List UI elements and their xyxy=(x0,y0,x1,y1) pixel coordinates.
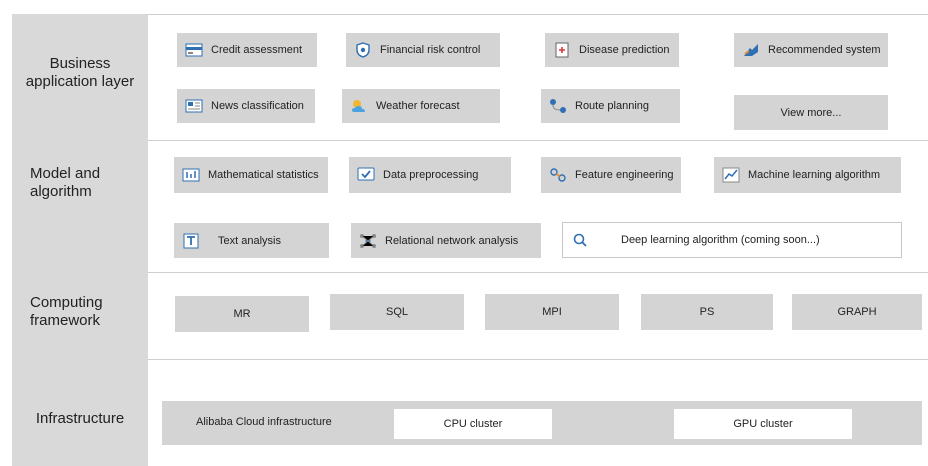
shield-icon xyxy=(354,42,372,58)
gpu-cluster-box[interactable]: GPU cluster xyxy=(674,409,852,439)
business-item-label: Credit assessment xyxy=(211,44,303,56)
layer-infrastructure: Infrastructure xyxy=(35,410,125,427)
newspaper-icon xyxy=(185,98,203,114)
infrastructure-platform-label: Alibaba Cloud infrastructure xyxy=(196,416,332,428)
business-item-credit-assessment[interactable]: Credit assessment xyxy=(177,33,317,67)
search-icon xyxy=(571,232,589,248)
business-item-label: Financial risk control xyxy=(380,44,481,56)
statistics-icon xyxy=(182,167,200,183)
layer-computing-line2: framework xyxy=(30,312,101,329)
computing-item-label: MR xyxy=(233,308,251,320)
business-item-label: News classification xyxy=(211,100,304,112)
cpu-cluster-label: CPU cluster xyxy=(443,418,503,430)
model-item-label: Deep learning algorithm (coming soon...) xyxy=(621,234,820,246)
computing-item-graph[interactable]: GRAPH xyxy=(792,294,922,330)
chart-icon xyxy=(722,167,740,183)
computing-item-sql[interactable]: SQL xyxy=(330,294,464,330)
computing-item-label: PS xyxy=(699,306,715,318)
layer-model-line2: algorithm xyxy=(30,183,92,200)
model-item-feature-engineering[interactable]: Feature engineering xyxy=(541,157,681,193)
layer-business: Business application layer xyxy=(12,55,148,91)
model-item-mathematical-statistics[interactable]: Mathematical statistics xyxy=(174,157,328,193)
layer-computing: Computing framework xyxy=(12,294,148,330)
model-item-label: Relational network analysis xyxy=(385,234,519,247)
model-item-data-preprocessing[interactable]: Data preprocessing xyxy=(349,157,511,193)
cpu-cluster-box[interactable]: CPU cluster xyxy=(394,409,552,439)
business-item-disease-prediction[interactable]: Disease prediction xyxy=(545,33,679,67)
card-icon xyxy=(185,42,203,58)
business-item-financial-risk-control[interactable]: Financial risk control xyxy=(346,33,500,67)
text-icon xyxy=(182,233,200,249)
business-item-route-planning[interactable]: Route planning xyxy=(541,89,680,123)
layer-computing-line1: Computing xyxy=(30,294,103,311)
computing-item-label: MPI xyxy=(542,306,562,318)
model-item-text-analysis[interactable]: Text analysis xyxy=(174,223,329,258)
model-item-label: Feature engineering xyxy=(575,169,674,181)
separator-infrastructure xyxy=(148,359,928,360)
business-item-recommended-system[interactable]: Recommended system xyxy=(734,33,888,67)
separator-model xyxy=(148,140,928,141)
computing-item-mpi[interactable]: MPI xyxy=(485,294,619,330)
business-item-label: Disease prediction xyxy=(579,44,670,56)
computing-item-mr[interactable]: MR xyxy=(175,296,309,332)
view-more-button[interactable]: View more... xyxy=(734,95,888,130)
model-item-machine-learning-algorithm[interactable]: Machine learning algorithm xyxy=(714,157,901,193)
computing-item-label: GRAPH xyxy=(837,306,877,318)
business-item-weather-forecast[interactable]: Weather forecast xyxy=(342,89,500,123)
weather-icon xyxy=(350,98,368,114)
model-item-label: Mathematical statistics xyxy=(208,169,319,181)
view-more-label: View more... xyxy=(780,106,842,119)
model-item-label: Machine learning algorithm xyxy=(748,169,881,181)
route-icon xyxy=(549,98,567,114)
layer-model-line1: Model and xyxy=(30,165,101,182)
layer-model: Model and algorithm xyxy=(12,165,148,201)
separator-computing xyxy=(148,272,928,273)
feature-icon xyxy=(549,167,567,183)
model-item-deep-learning-algorithm[interactable]: Deep learning algorithm (coming soon...) xyxy=(562,222,902,258)
business-item-label: Route planning xyxy=(575,100,650,112)
computing-item-label: SQL xyxy=(385,306,408,318)
model-item-label: Text analysis xyxy=(218,234,281,247)
medical-icon xyxy=(553,42,571,58)
business-item-news-classification[interactable]: News classification xyxy=(177,89,315,123)
business-item-label: Recommended system xyxy=(768,44,881,56)
check-monitor-icon xyxy=(357,167,375,183)
business-item-label: Weather forecast xyxy=(376,100,460,112)
layer-business-line1: Business xyxy=(49,55,111,72)
infrastructure-bar: Alibaba Cloud infrastructure CPU cluster… xyxy=(162,401,922,445)
thumbs-up-icon xyxy=(742,42,760,58)
separator-business xyxy=(148,14,928,15)
network-icon xyxy=(359,233,377,249)
model-item-label: Data preprocessing xyxy=(383,169,479,181)
layer-business-line2: application layer xyxy=(25,73,135,90)
model-item-relational-network-analysis[interactable]: Relational network analysis xyxy=(351,223,541,258)
gpu-cluster-label: GPU cluster xyxy=(733,418,793,430)
computing-item-ps[interactable]: PS xyxy=(641,294,773,330)
